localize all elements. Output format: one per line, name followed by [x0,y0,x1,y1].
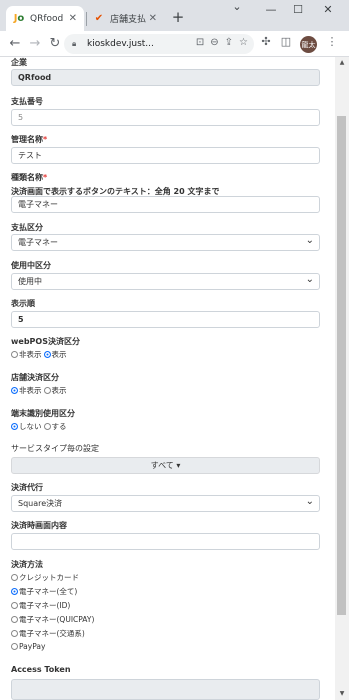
webpos-option-show[interactable]: 表示 [43,349,67,360]
tab-close-icon[interactable]: ✕ [69,13,77,24]
access-token-field [11,679,320,700]
tab-close-icon[interactable]: ✕ [149,13,157,24]
display-order-label: 表示順 [11,299,35,308]
tab-qrfood[interactable]: Jo QRfood ✕ [6,6,84,31]
checklist-favicon-icon: ✔ [94,13,104,24]
radio-unchecked-icon[interactable] [11,616,18,623]
extensions-puzzle-icon[interactable]: ✣ [258,35,274,48]
terminal-label: 端末識別使用区分 [11,409,75,418]
qrfood-favicon-icon: Jo [13,13,25,24]
company-field: QRfood [11,69,320,86]
radio-unchecked-icon[interactable] [43,423,51,430]
admin-name-label: 管理名称* [11,135,48,144]
company-label: 企業 [11,58,27,67]
payment-agent-label: 決済代行 [11,483,43,492]
more-menu-icon[interactable]: ⋮ [324,35,340,48]
new-tab-button[interactable]: + [170,8,186,26]
radio-unchecked-icon[interactable] [11,602,18,609]
zoom-icon[interactable]: ⊖ [210,37,218,48]
radio-checked-icon[interactable] [43,351,51,358]
url-text: kioskdev.just... [87,39,154,49]
store-payment-option-show[interactable]: 表示 [43,385,67,396]
display-order-field[interactable]: 5 [11,311,320,328]
profile-avatar[interactable]: 龍太 [300,36,317,53]
tab-title: QRfood [30,13,64,24]
share-icon[interactable]: ⇪ [225,37,233,48]
service-type-label: サービスタイプ毎の設定 [11,444,99,453]
back-arrow-icon[interactable]: ← [6,35,24,53]
usage-category-label: 使用中区分 [11,261,51,270]
scroll-up-arrow-icon[interactable]: ▲ [338,59,346,66]
terminal-radio-group: しない する [11,421,69,432]
page-viewport: 企業 QRfood 支払番号 5 管理名称* テスト 種類名称* 決済画面で表示… [0,57,335,700]
payment-method-option[interactable]: クレジットカード [11,572,79,583]
webpos-option-hide[interactable]: 非表示 [11,349,42,360]
lock-icon: 🔒︎ [72,39,77,48]
radio-checked-icon[interactable] [11,423,18,430]
payment-no-field[interactable]: 5 [11,109,320,126]
webpos-radio-group: 非表示 表示 [11,349,69,360]
store-payment-option-hide[interactable]: 非表示 [11,385,42,396]
radio-unchecked-icon[interactable] [11,574,18,581]
payment-screen-field[interactable] [11,533,320,550]
type-name-field[interactable]: 電子マネー [11,196,320,213]
payment-agent-select[interactable]: Square決済 [11,495,320,512]
payment-method-option[interactable]: 電子マネー(QUICPAY) [11,614,94,625]
radio-unchecked-icon[interactable] [11,351,18,358]
radio-checked-icon[interactable] [11,387,18,394]
maximize-button[interactable]: ☐ [289,3,307,16]
terminal-option-no[interactable]: しない [11,421,42,432]
terminal-option-yes[interactable]: する [43,421,67,432]
scroll-down-arrow-icon[interactable]: ▼ [338,690,346,697]
admin-name-field[interactable]: テスト [11,147,320,164]
radio-unchecked-icon[interactable] [43,387,51,394]
minimize-button[interactable]: — [262,3,280,16]
radio-unchecked-icon[interactable] [11,630,18,637]
radio-checked-icon[interactable] [11,588,18,595]
tab-strip: Jo QRfood ✕ ✔ 店舗支払 ✕ + ⌄ — ☐ ✕ [0,0,349,31]
scrollbar-thumb[interactable] [337,116,346,615]
address-bar[interactable]: 🔒︎ kioskdev.just... ⊡ ⊖ ⇪ ☆ [64,34,254,54]
forward-arrow-icon[interactable]: → [26,35,44,53]
payment-method-option[interactable]: 電子マネー(全て) [11,586,77,597]
reload-icon[interactable]: ↻ [46,35,64,53]
omnibox-actions: ⊡ ⊖ ⇪ ☆ [196,37,248,48]
store-payment-radio-group: 非表示 表示 [11,385,69,396]
payment-category-label: 支払区分 [11,223,43,232]
store-payment-label: 店舗決済区分 [11,373,59,382]
bookmark-star-icon[interactable]: ☆ [239,37,248,48]
usage-category-select[interactable]: 使用中 [11,273,320,290]
chevron-down-icon[interactable]: ⌄ [228,0,246,13]
type-name-label: 種類名称* [11,173,48,182]
service-type-all-button[interactable]: すべて ▾ [11,457,320,474]
payment-method-option[interactable]: PayPay [11,642,45,651]
webpos-label: webPOS決済区分 [11,337,80,346]
radio-unchecked-icon[interactable] [11,643,18,650]
close-window-button[interactable]: ✕ [319,3,337,16]
tab-title: 店舗支払 [110,15,146,25]
payment-method-option[interactable]: 電子マネー(ID) [11,600,70,611]
payment-screen-label: 決済時画面内容 [11,521,67,530]
side-panel-icon[interactable]: ◫ [278,35,294,48]
install-icon[interactable]: ⊡ [196,37,204,48]
access-token-label: Access Token [11,665,71,674]
payment-no-label: 支払番号 [11,97,43,106]
payment-method-label: 決済方法 [11,560,43,569]
tab-store-payment[interactable]: ✔ 店舗支払 ✕ [86,6,164,31]
payment-method-option[interactable]: 電子マネー(交通系) [11,628,85,639]
browser-toolbar: ← → ↻ 🔒︎ kioskdev.just... ⊡ ⊖ ⇪ ☆ ✣ ◫ ⋮ [0,31,349,57]
payment-category-select[interactable]: 電子マネー [11,234,320,251]
